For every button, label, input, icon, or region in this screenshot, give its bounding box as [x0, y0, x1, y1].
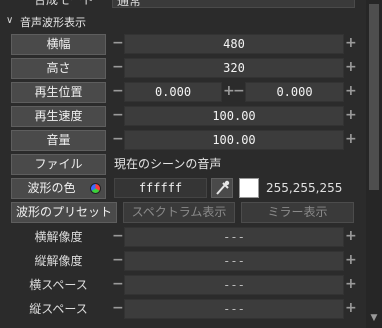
h-resolution-label: 横解像度 — [34, 230, 83, 244]
blend-mode-value: 通常 — [117, 0, 142, 8]
wave-preset-row: 波形のプリセット スペクトラム表示 ミラー表示 — [0, 202, 366, 224]
h-resolution-slider[interactable]: --- — [124, 227, 344, 247]
v-resolution-value: --- — [223, 254, 245, 268]
plus-icon[interactable]: + — [345, 82, 357, 102]
plus-icon[interactable]: + — [345, 106, 357, 126]
minus-icon[interactable]: − — [112, 34, 124, 54]
scroll-down-icon[interactable]: ▼ — [369, 312, 379, 324]
eyedropper-icon — [216, 180, 230, 195]
v-resolution-label: 縦解像度 — [34, 254, 83, 268]
playback-speed-value: 100.00 — [212, 109, 256, 123]
playback-position-slider-a[interactable]: 0.000 — [124, 82, 222, 102]
wave-color-row: 波形の色 ffffff 255,255,255 — [0, 178, 366, 200]
plus-icon[interactable]: + — [345, 130, 357, 150]
h-space-value: --- — [223, 278, 245, 292]
minus-icon[interactable]: − — [112, 106, 124, 126]
scrollbar-thumb[interactable] — [369, 4, 379, 190]
height-label-button[interactable]: 高さ — [11, 58, 106, 79]
blend-mode-label: 合成モード — [34, 0, 95, 7]
wave-preset-button[interactable]: 波形のプリセット — [11, 202, 117, 223]
playback-speed-slider[interactable]: 100.00 — [124, 106, 344, 126]
minus-icon[interactable]: − — [112, 227, 124, 247]
volume-slider[interactable]: 100.00 — [124, 130, 344, 150]
v-space-label: 縦スペース — [29, 302, 88, 316]
playback-speed-label-button[interactable]: 再生速度 — [11, 106, 106, 127]
v-space-slider[interactable]: --- — [124, 299, 344, 319]
h-resolution-row: 横解像度 − --- + — [0, 227, 366, 249]
playback-position-label-button[interactable]: 再生位置 — [11, 82, 106, 103]
height-value: 320 — [223, 61, 245, 75]
minus-icon[interactable]: − — [233, 82, 245, 102]
wave-color-rgb: 255,255,255 — [266, 181, 343, 195]
v-space-row: 縦スペース − --- + — [0, 299, 366, 321]
v-resolution-row: 縦解像度 − --- + — [0, 251, 366, 273]
minus-icon[interactable]: − — [112, 275, 124, 295]
wave-color-hex-field[interactable]: ffffff — [114, 178, 207, 198]
plus-icon[interactable]: + — [345, 299, 357, 319]
width-value: 480 — [223, 37, 245, 51]
volume-label-button[interactable]: 音量 — [11, 130, 106, 151]
height-row: 高さ − 320 + — [0, 58, 366, 80]
height-slider[interactable]: 320 — [124, 58, 344, 78]
wave-color-swatch[interactable] — [239, 178, 259, 198]
section-header-audio-waveform[interactable]: ∨ 音声波形表示 — [0, 12, 366, 30]
section-title: 音声波形表示 — [20, 16, 86, 29]
plus-icon[interactable]: + — [345, 34, 357, 54]
blend-mode-row: 合成モード 通常 — [0, 0, 366, 9]
h-resolution-value: --- — [223, 230, 245, 244]
playback-position-value-b: 0.000 — [276, 85, 313, 99]
v-space-value: --- — [223, 302, 245, 316]
minus-icon[interactable]: − — [112, 58, 124, 78]
eyedropper-button[interactable] — [211, 178, 233, 198]
volume-value: 100.00 — [212, 133, 256, 147]
file-button[interactable]: ファイル — [11, 154, 106, 175]
h-space-row: 横スペース − --- + — [0, 275, 366, 297]
volume-row: 音量 − 100.00 + — [0, 130, 366, 152]
file-value: 現在のシーンの音声 — [114, 157, 222, 171]
file-row: ファイル 現在のシーンの音声 — [0, 154, 366, 176]
wave-color-label: 波形の色 — [27, 181, 76, 195]
minus-icon[interactable]: − — [112, 82, 124, 102]
minus-icon[interactable]: − — [112, 130, 124, 150]
width-slider[interactable]: 480 — [124, 34, 344, 54]
color-wheel-icon — [90, 183, 101, 194]
playback-position-value-a: 0.000 — [154, 85, 192, 99]
playback-position-row: 再生位置 − 0.000 + − 0.000 + — [0, 82, 366, 104]
width-row: 横幅 − 480 + — [0, 34, 366, 56]
spectrum-display-button[interactable]: スペクトラム表示 — [123, 202, 235, 223]
h-space-label: 横スペース — [29, 278, 88, 292]
scrollbar[interactable]: ▼ — [366, 0, 382, 328]
plus-icon[interactable]: + — [345, 275, 357, 295]
playback-position-slider-b[interactable]: 0.000 — [245, 82, 344, 102]
h-space-slider[interactable]: --- — [124, 275, 344, 295]
width-label-button[interactable]: 横幅 — [11, 34, 106, 55]
plus-icon[interactable]: + — [223, 82, 235, 102]
plus-icon[interactable]: + — [345, 227, 357, 247]
playback-speed-row: 再生速度 − 100.00 + — [0, 106, 366, 128]
plus-icon[interactable]: + — [345, 251, 357, 271]
mirror-display-button[interactable]: ミラー表示 — [241, 202, 354, 223]
blend-mode-select[interactable]: 通常 — [112, 0, 355, 8]
minus-icon[interactable]: − — [112, 299, 124, 319]
plus-icon[interactable]: + — [345, 58, 357, 78]
chevron-down-icon[interactable]: ∨ — [6, 15, 18, 27]
minus-icon[interactable]: − — [112, 251, 124, 271]
v-resolution-slider[interactable]: --- — [124, 251, 344, 271]
